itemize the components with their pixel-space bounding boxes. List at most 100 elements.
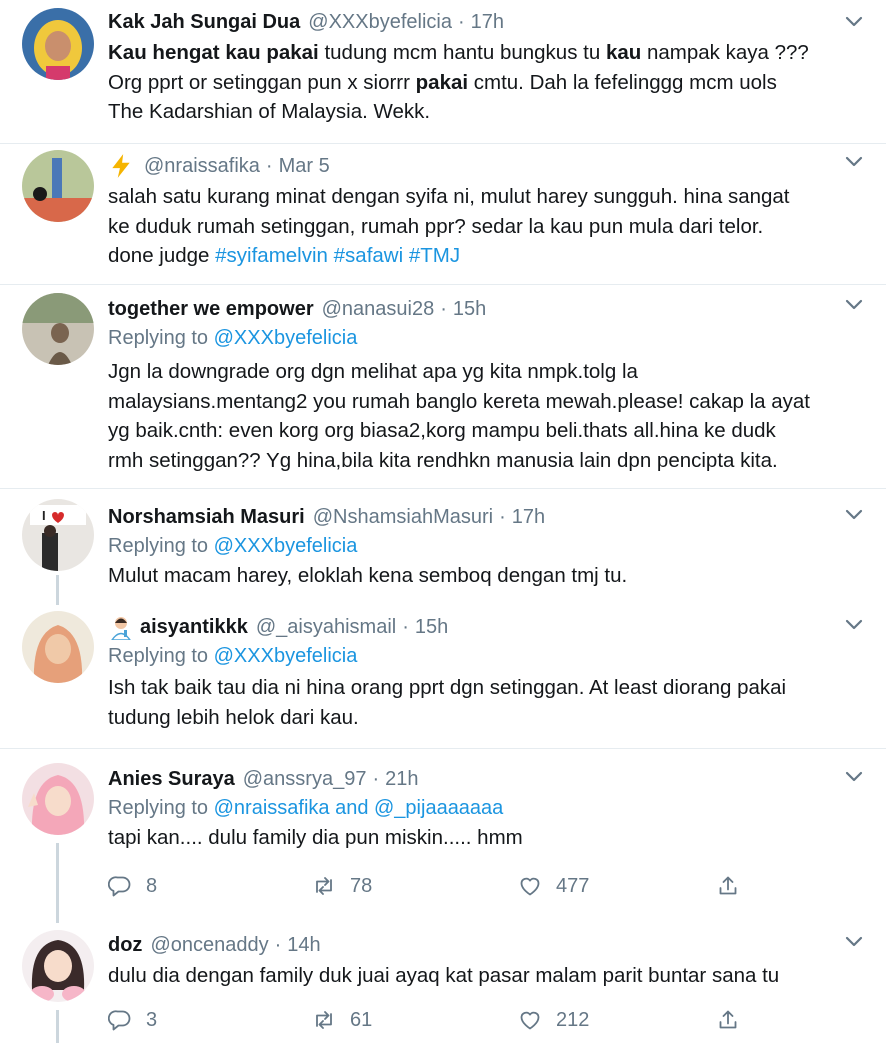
display-name[interactable]: aisyantikkk [140,616,248,639]
timestamp[interactable]: 15h [453,298,486,321]
replying-to: Replying to @XXXbyefelicia [108,641,862,671]
timestamp[interactable]: 21h [385,768,418,791]
lightning-icon [108,153,134,179]
reply-button[interactable]: 8 [108,874,157,898]
tweet[interactable]: I Norshamsiah Masuri @NshamsiahMasuri · … [0,489,886,605]
avatar[interactable] [22,930,94,1002]
thread-line [56,843,59,923]
reply-icon [108,874,132,898]
hashtag-link[interactable]: #TMJ [409,244,460,267]
retweet-count: 78 [350,874,373,897]
avatar[interactable] [22,150,94,222]
avatar[interactable] [22,293,94,365]
heart-icon [518,1008,542,1032]
mention-link[interactable]: @XXXbyefelicia [214,327,358,349]
text-span: nampak kaya ??? [641,41,809,64]
replying-to: Replying to @nraissafika and @_pijaaaaaa… [108,793,862,823]
display-name[interactable]: Kak Jah Sungai Dua [108,11,300,34]
avatar-image [22,611,94,683]
text-line: malaysians.mentang2 you rumah banglo ker… [108,389,810,413]
tweet[interactable]: @nraissafika · Mar 5 salah satu kurang m… [0,144,886,284]
text-line: tudung lebih helok dari kau. [108,705,359,729]
text-line: tapi kan.... dulu family dia pun miskin.… [108,826,523,849]
chevron-down-icon[interactable] [844,932,864,952]
tweet-text: Mulut macam harey, eloklah kena semboq d… [108,561,862,591]
tweet[interactable]: doz @oncenaddy · 14h dulu dia dengan fam… [0,914,886,1043]
separator-dot: · [440,297,447,320]
tweet-header: doz @oncenaddy · 14h [108,931,862,959]
tweet[interactable]: Anies Suraya @anssrya_97 · 21h Replying … [0,749,886,923]
user-handle[interactable]: @nanasui28 [322,298,435,321]
chevron-down-icon[interactable] [844,12,864,32]
share-icon [716,874,740,898]
avatar-image [22,930,94,1002]
tweet[interactable]: aisyantikkk @_aisyahismail · 15h Replyin… [0,601,886,749]
retweet-icon [312,1008,336,1032]
text-span: The Kadarshian of Malaysia. Wekk. [108,100,431,123]
mention-link[interactable]: @XXXbyefelicia [214,535,358,557]
timestamp[interactable]: Mar 5 [279,155,330,178]
avatar[interactable]: I [22,499,94,571]
timestamp[interactable]: 15h [415,616,448,639]
like-button[interactable]: 477 [518,874,589,898]
user-handle[interactable]: @oncenaddy [150,934,268,957]
display-name[interactable]: Norshamsiah Masuri [108,506,305,529]
display-name[interactable]: together we empower [108,298,314,321]
replying-to-label: Replying to [108,797,209,819]
user-handle[interactable]: @_aisyahismail [256,616,396,639]
replying-to: Replying to @XXXbyefelicia [108,531,862,561]
tweet-actions: 3 61 212 [108,1005,748,1035]
reply-button[interactable]: 3 [108,1008,157,1032]
timestamp[interactable]: 14h [287,934,320,957]
like-count: 477 [556,874,590,897]
tweet-text: tapi kan.... dulu family dia pun miskin.… [108,823,862,853]
avatar[interactable] [22,763,94,835]
text-span: Org pprt or setinggan pun x siorrr [108,70,416,94]
mention-link[interactable]: @nraissafika and @_pijaaaaaaa [214,797,504,819]
hashtag-link[interactable]: #syifamelvin [215,244,328,267]
tweet-text: dulu dia dengan family duk juai ayaq kat… [108,961,862,991]
share-button[interactable] [716,874,754,898]
chevron-down-icon[interactable] [844,615,864,635]
user-handle[interactable]: @XXXbyefelicia [308,11,452,34]
user-handle[interactable]: @nraissafika [144,155,260,178]
user-handle[interactable]: @anssrya_97 [243,768,367,791]
text-line: Ish tak baik tau dia ni hina orang pprt … [108,676,787,699]
tweet-header: aisyantikkk @_aisyahismail · 15h [108,613,862,641]
tweet[interactable]: together we empower @nanasui28 · 15h Rep… [0,285,886,485]
timestamp[interactable]: 17h [512,506,545,529]
replying-to-label: Replying to [108,327,209,349]
chevron-down-icon[interactable] [844,767,864,787]
avatar[interactable] [22,8,94,80]
mention-link[interactable]: @XXXbyefelicia [214,645,358,667]
tweet[interactable]: Kak Jah Sungai Dua @XXXbyefelicia · 17h … [0,0,886,143]
tweet-header: Norshamsiah Masuri @NshamsiahMasuri · 17… [108,503,862,531]
tweet-text: Kau hengat kau pakai tudung mcm hantu bu… [108,38,862,127]
chevron-down-icon[interactable] [844,295,864,315]
text-span: cmtu. Dah la fefelinggg mcm uols [468,70,777,94]
user-handle[interactable]: @NshamsiahMasuri [313,506,493,529]
retweet-button[interactable]: 78 [312,874,372,898]
text-line: salah satu kurang minat dengan syifa ni,… [108,185,790,208]
text-bold: Kau hengat kau pakai [108,41,319,64]
chevron-down-icon[interactable] [844,152,864,172]
like-button[interactable]: 212 [518,1008,589,1032]
chevron-down-icon[interactable] [844,505,864,525]
timestamp[interactable]: 17h [471,11,504,34]
hashtag-link[interactable]: #safawi [334,244,404,267]
separator-dot: · [265,154,273,177]
avatar-image [22,293,94,365]
avatar-image [22,8,94,80]
retweet-button[interactable]: 61 [312,1008,372,1032]
reply-icon [108,1008,132,1032]
text-bold: pakai [415,70,469,94]
display-name[interactable]: doz [108,934,142,957]
text-line: rmh setinggan?? Yg hina,bila kita rendhk… [108,448,778,472]
svg-text:I: I [42,508,46,523]
text-line: Mulut macam harey, eloklah kena semboq d… [108,564,628,587]
tweet-text: Jgn la downgrade org dgn melihat apa yg … [108,357,862,475]
share-button[interactable] [716,1008,754,1032]
display-name[interactable]: Anies Suraya [108,768,235,791]
tweet-header: Kak Jah Sungai Dua @XXXbyefelicia · 17h [108,8,862,36]
avatar[interactable] [22,611,94,683]
